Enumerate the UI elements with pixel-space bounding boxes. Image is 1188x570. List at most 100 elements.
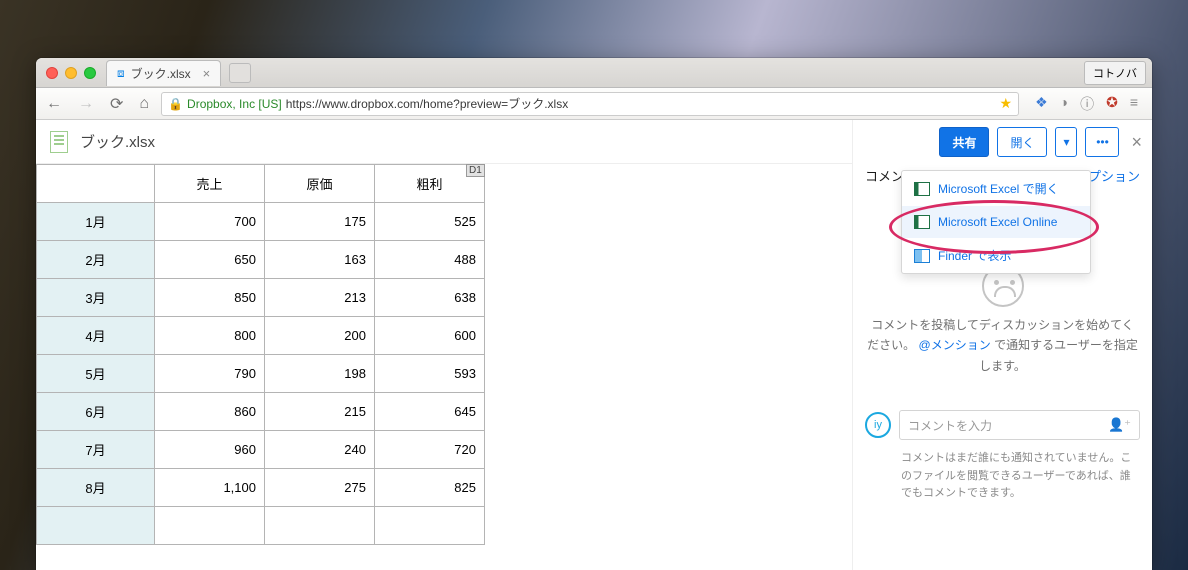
spreadsheet-preview[interactable]: D1 売上 原価 粗利 1月700175525 2月650163488 3月85… (36, 164, 852, 545)
home-button[interactable]: ⌂ (135, 93, 153, 115)
table-row: 4月800200600 (37, 317, 485, 355)
side-panel: 共有 開く ▾ ••• × コメント プション Microsoft Excel … (852, 120, 1152, 570)
column-header: 売上 (155, 165, 265, 203)
window-controls (36, 67, 106, 79)
data-cell: 213 (265, 279, 375, 317)
data-cell: 593 (375, 355, 485, 393)
comment-placeholder: コメントを入力 (908, 417, 992, 434)
extension-icon[interactable]: ❖ (1035, 94, 1048, 114)
data-cell: 525 (375, 203, 485, 241)
file-name: ブック.xlsx (80, 131, 155, 152)
row-header: 5月 (37, 355, 155, 393)
share-button[interactable]: 共有 (939, 127, 989, 157)
menu-icon[interactable]: ≡ (1130, 94, 1138, 114)
dropdown-item-label: Microsoft Excel Online (938, 215, 1057, 229)
table-row: 1月700175525 (37, 203, 485, 241)
table-row: 8月1,100275825 (37, 469, 485, 507)
row-header: 7月 (37, 431, 155, 469)
new-tab-button[interactable] (229, 63, 251, 83)
finder-icon (914, 249, 930, 263)
data-cell: 800 (155, 317, 265, 355)
row-header (37, 507, 155, 545)
url-text: https://www.dropbox.com/home?preview=ブック… (286, 95, 568, 112)
table-row: 6月860215645 (37, 393, 485, 431)
reload-button[interactable]: ⟳ (106, 92, 127, 116)
table-row: 2月650163488 (37, 241, 485, 279)
comments-note: コメントはまだ誰にも通知されていません。このファイルを閲覧できるユーザーであれば… (853, 446, 1152, 517)
page-content: ブック.xlsx D1 売上 原価 粗利 1月700175525 2月65016… (36, 120, 1152, 570)
data-cell (155, 507, 265, 545)
row-header: 1月 (37, 203, 155, 241)
header-row: 売上 原価 粗利 (37, 165, 485, 203)
browser-tabbar: ⧈ ブック.xlsx × コトノバ (36, 58, 1152, 88)
open-dropdown-button[interactable]: ▾ (1055, 127, 1077, 157)
row-header: 3月 (37, 279, 155, 317)
mention-link[interactable]: @メンション (919, 338, 991, 352)
spreadsheet-icon (50, 131, 68, 153)
browser-navbar: ← → ⟳ ⌂ 🔒 Dropbox, Inc [US] https://www.… (36, 88, 1152, 120)
close-window-button[interactable] (46, 67, 58, 79)
row-header: 2月 (37, 241, 155, 279)
extension-icon[interactable]: ◑ (1060, 94, 1068, 114)
data-cell: 638 (375, 279, 485, 317)
extension-icon[interactable]: ⓘ (1080, 94, 1094, 114)
excel-icon (914, 215, 930, 229)
data-cell: 488 (375, 241, 485, 279)
data-cell: 645 (375, 393, 485, 431)
excel-icon (914, 182, 930, 196)
browser-window: ⧈ ブック.xlsx × コトノバ ← → ⟳ ⌂ 🔒 Dropbox, Inc… (36, 58, 1152, 570)
data-cell: 720 (375, 431, 485, 469)
browser-tab[interactable]: ⧈ ブック.xlsx × (106, 60, 221, 86)
side-toolbar: 共有 開く ▾ ••• × (853, 120, 1152, 164)
data-cell: 163 (265, 241, 375, 279)
tab-close-icon[interactable]: × (203, 66, 211, 81)
extension-icon[interactable]: ✪ (1106, 94, 1118, 114)
corner-cell (37, 165, 155, 203)
data-cell: 825 (375, 469, 485, 507)
open-with-dropdown: Microsoft Excel で開く Microsoft Excel Onli… (901, 170, 1091, 274)
data-cell: 275 (265, 469, 375, 507)
address-bar[interactable]: 🔒 Dropbox, Inc [US] https://www.dropbox.… (161, 92, 1019, 116)
tab-options[interactable]: プション (1088, 166, 1140, 185)
close-panel-icon[interactable]: × (1131, 132, 1142, 153)
dropbox-icon: ⧈ (117, 66, 125, 81)
comment-input[interactable]: コメントを入力 👤⁺ (899, 410, 1140, 440)
more-actions-button[interactable]: ••• (1085, 127, 1119, 157)
main-preview-area: ブック.xlsx D1 売上 原価 粗利 1月700175525 2月65016… (36, 120, 852, 570)
show-in-finder-item[interactable]: Finder で表示 (902, 238, 1090, 273)
row-header: 8月 (37, 469, 155, 507)
extension-icons: ❖ ◑ ⓘ ✪ ≡ (1027, 94, 1146, 114)
empty-state-text: で通知するユーザーを指定します。 (979, 338, 1138, 372)
add-user-icon[interactable]: 👤⁺ (1108, 417, 1131, 433)
open-excel-item[interactable]: Microsoft Excel で開く (902, 171, 1090, 206)
row-header: 6月 (37, 393, 155, 431)
data-cell: 198 (265, 355, 375, 393)
data-cell: 600 (375, 317, 485, 355)
column-header: 原価 (265, 165, 375, 203)
minimize-window-button[interactable] (65, 67, 77, 79)
table-row: 3月850213638 (37, 279, 485, 317)
data-cell: 960 (155, 431, 265, 469)
data-cell: 215 (265, 393, 375, 431)
data-cell (265, 507, 375, 545)
avatar: iy (865, 412, 891, 438)
back-button[interactable]: ← (42, 93, 66, 115)
bookmark-icon[interactable]: ★ (1000, 95, 1013, 112)
lock-icon: 🔒 (168, 97, 183, 111)
data-cell: 790 (155, 355, 265, 393)
forward-button[interactable]: → (74, 93, 98, 115)
data-cell: 860 (155, 393, 265, 431)
data-cell: 700 (155, 203, 265, 241)
open-excel-online-item[interactable]: Microsoft Excel Online (902, 206, 1090, 238)
tab-title: ブック.xlsx (131, 65, 191, 82)
row-header: 4月 (37, 317, 155, 355)
table-row: 5月790198593 (37, 355, 485, 393)
dropdown-item-label: Microsoft Excel で開く (938, 180, 1059, 197)
data-cell: 1,100 (155, 469, 265, 507)
table-row: 7月960240720 (37, 431, 485, 469)
profile-button[interactable]: コトノバ (1084, 61, 1146, 85)
maximize-window-button[interactable] (84, 67, 96, 79)
data-cell: 200 (265, 317, 375, 355)
comment-input-row: iy コメントを入力 👤⁺ (865, 410, 1140, 440)
open-button[interactable]: 開く (997, 127, 1047, 157)
